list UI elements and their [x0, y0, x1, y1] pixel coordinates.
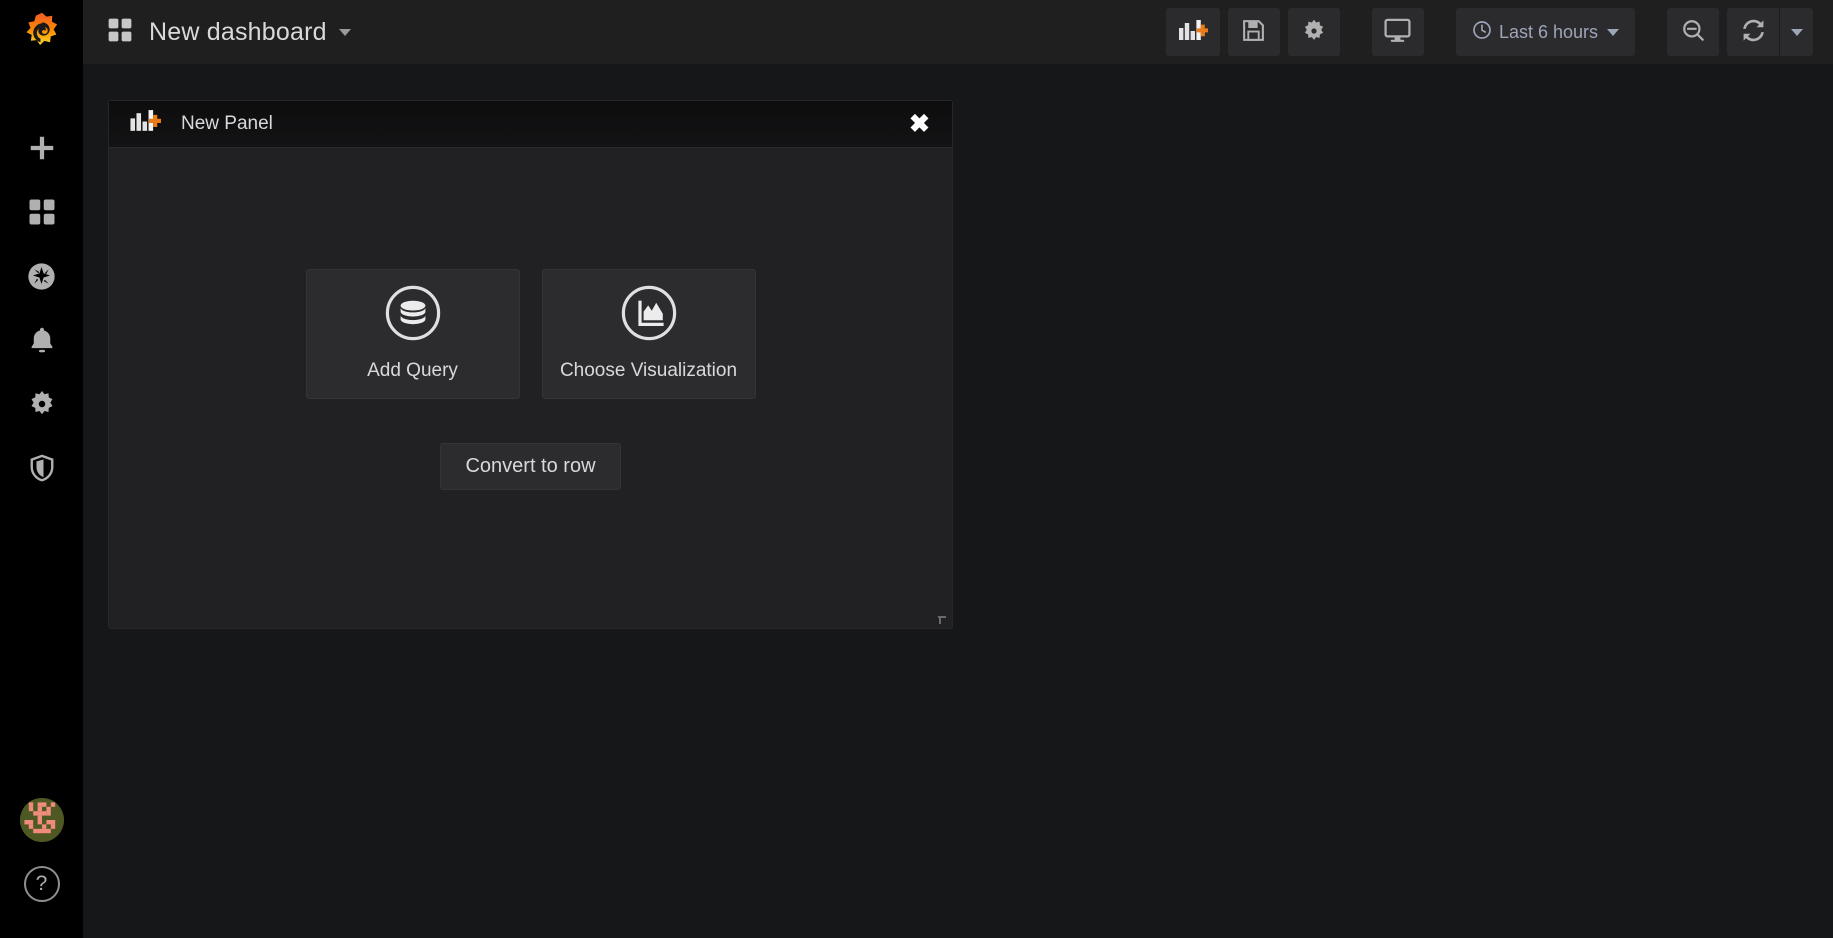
- search-minus-icon: [1681, 18, 1706, 46]
- time-range-value: Last 6 hours: [1498, 21, 1598, 42]
- close-icon[interactable]: ✖: [909, 111, 930, 137]
- sidebar: ?: [0, 0, 83, 938]
- sidebar-item-configuration[interactable]: [0, 372, 83, 436]
- convert-to-row-button[interactable]: Convert to row: [440, 442, 621, 490]
- chevron-down-icon[interactable]: [338, 28, 351, 36]
- gear-icon: [27, 389, 57, 419]
- dashboards-icon: [27, 197, 57, 227]
- choose-visualization-card[interactable]: Choose Visualization: [541, 268, 756, 399]
- help-icon: ?: [23, 866, 60, 902]
- sidebar-item-help[interactable]: ?: [0, 852, 83, 916]
- choose-visualization-label: Choose Visualization: [559, 360, 738, 381]
- time-range-picker[interactable]: Last 6 hours: [1455, 8, 1635, 56]
- sidebar-nav-primary: [0, 116, 83, 500]
- dashboard-settings-button[interactable]: [1287, 8, 1340, 56]
- add-query-label: Add Query: [367, 360, 458, 381]
- panel-header[interactable]: New Panel ✖: [109, 101, 952, 148]
- add-panel-icon: [1178, 18, 1209, 47]
- save-dashboard-button[interactable]: [1227, 8, 1280, 56]
- sidebar-item-dashboards[interactable]: [0, 180, 83, 244]
- resize-handle-icon[interactable]: [935, 611, 949, 625]
- page-title[interactable]: New dashboard: [149, 18, 327, 47]
- cycle-view-mode-button[interactable]: [1371, 8, 1424, 56]
- add-query-card[interactable]: Add Query: [305, 268, 520, 399]
- dashboard-canvas: New Panel ✖ Add Query Choose Visualizati…: [83, 64, 1833, 938]
- chevron-down-icon: [1607, 28, 1619, 36]
- avatar: [19, 798, 64, 842]
- panel-new-panel: New Panel ✖ Add Query Choose Visualizati…: [108, 100, 953, 629]
- refresh-button[interactable]: [1727, 8, 1779, 56]
- sidebar-item-explore[interactable]: [0, 244, 83, 308]
- grafana-logo-icon: [19, 11, 65, 62]
- compass-icon: [26, 261, 57, 292]
- sidebar-nav-secondary: ?: [0, 788, 83, 938]
- sidebar-item-server-admin[interactable]: [0, 436, 83, 500]
- gear-icon: [1301, 18, 1327, 47]
- navbar-left: New dashboard: [83, 17, 351, 48]
- panel-title: New Panel: [181, 113, 273, 134]
- sidebar-item-create[interactable]: [0, 116, 83, 180]
- sidebar-item-alerting[interactable]: [0, 308, 83, 372]
- bell-icon: [27, 325, 57, 355]
- sidebar-item-profile[interactable]: [0, 788, 83, 852]
- refresh-interval-dropdown[interactable]: [1779, 8, 1813, 56]
- clock-icon: [1472, 20, 1492, 45]
- zoom-out-button[interactable]: [1667, 8, 1719, 56]
- refresh-control-group: [1727, 8, 1813, 56]
- save-icon: [1241, 18, 1266, 46]
- area-chart-icon: [621, 285, 677, 346]
- add-panel-button[interactable]: [1165, 8, 1220, 56]
- grafana-logo-link[interactable]: [0, 0, 83, 72]
- refresh-icon: [1741, 18, 1766, 46]
- panel-action-cards: Add Query Choose Visualization: [305, 268, 756, 399]
- panel-body: Add Query Choose Visualization Convert t…: [109, 148, 952, 628]
- database-icon: [385, 285, 441, 346]
- top-navbar: New dashboard Last 6 hours: [83, 0, 1833, 64]
- navbar-right: Last 6 hours: [1165, 8, 1833, 56]
- chevron-down-icon: [1790, 28, 1803, 36]
- dashboard-grid-icon[interactable]: [107, 17, 133, 48]
- add-panel-icon: [129, 108, 162, 140]
- shield-icon: [27, 453, 57, 483]
- plus-icon: [27, 133, 57, 163]
- monitor-icon: [1384, 18, 1411, 46]
